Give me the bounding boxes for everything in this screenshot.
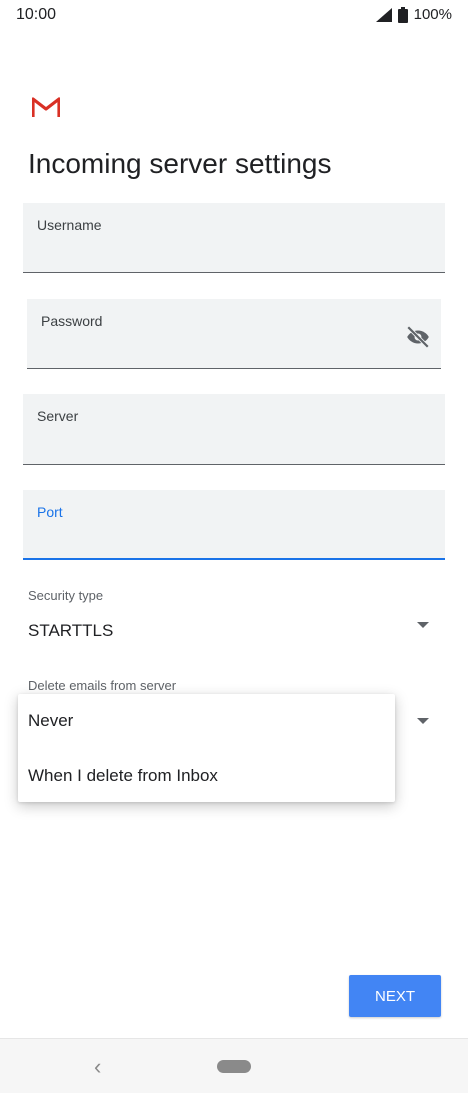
username-field[interactable]: Username	[23, 203, 445, 273]
menu-option-when-delete-inbox[interactable]: When I delete from Inbox	[28, 766, 218, 786]
gmail-logo-icon	[32, 97, 60, 117]
delete-emails-menu: Never When I delete from Inbox	[18, 694, 395, 802]
username-label: Username	[37, 217, 102, 233]
server-label: Server	[37, 408, 79, 424]
password-label: Password	[41, 313, 103, 329]
status-time: 10:00	[16, 6, 57, 23]
signal-icon	[375, 7, 392, 22]
navigation-bar: ‹	[0, 1038, 468, 1093]
status-icons: 100%	[375, 6, 452, 23]
password-field[interactable]: Password	[27, 299, 441, 369]
menu-option-never[interactable]: Never	[28, 711, 73, 731]
visibility-off-icon[interactable]	[405, 324, 431, 350]
delete-emails-label: Delete emails from server	[28, 678, 177, 693]
dropdown-arrow-icon[interactable]	[417, 718, 429, 724]
security-type-label: Security type	[28, 588, 104, 603]
back-icon[interactable]: ‹	[94, 1054, 101, 1080]
next-button[interactable]: NEXT	[349, 975, 441, 1017]
port-label: Port	[37, 504, 63, 520]
security-type-select[interactable]: STARTTLS	[28, 621, 113, 641]
page-title: Incoming server settings	[28, 148, 332, 179]
server-field[interactable]: Server	[23, 394, 445, 465]
home-pill-icon[interactable]	[217, 1060, 251, 1073]
battery-percent: 100%	[413, 6, 452, 23]
dropdown-arrow-icon[interactable]	[417, 622, 429, 628]
battery-icon	[397, 6, 408, 23]
port-field[interactable]: Port	[23, 490, 445, 560]
